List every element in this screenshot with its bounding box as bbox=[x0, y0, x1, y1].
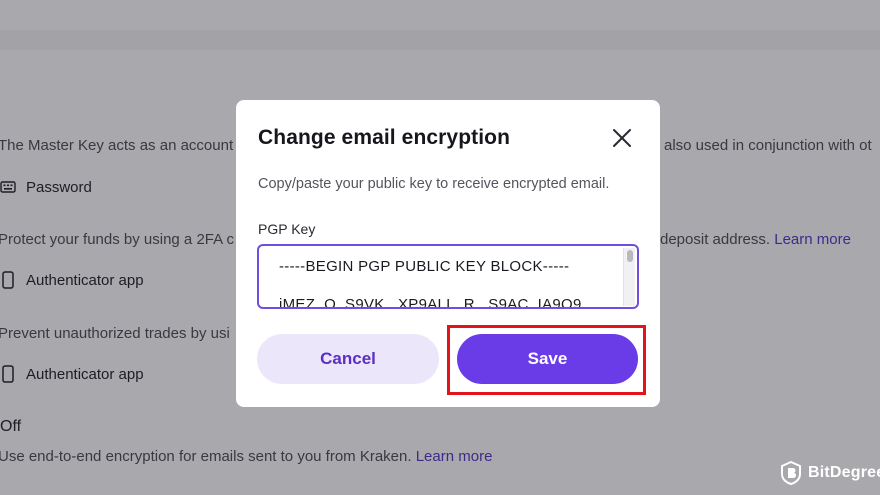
learn-more-link[interactable]: Learn more bbox=[416, 448, 493, 465]
phone-icon bbox=[2, 271, 14, 289]
protect-description-right: deposit address. Learn more bbox=[660, 231, 851, 248]
master-key-description: The Master Key acts as an account bbox=[0, 137, 234, 154]
authenticator-label: Authenticator app bbox=[26, 365, 144, 383]
bitdegree-logo-icon bbox=[781, 461, 801, 485]
encryption-description: Use end-to-end encryption for emails sen… bbox=[0, 448, 493, 465]
scroll-thumb[interactable] bbox=[627, 250, 633, 262]
watermark-text: BitDegree bbox=[808, 464, 880, 481]
password-label: Password bbox=[26, 178, 92, 196]
prevent-description: Prevent unauthorized trades by usi bbox=[0, 325, 230, 342]
textarea-scrollbar[interactable] bbox=[623, 248, 635, 306]
pgp-key-textarea[interactable]: -----BEGIN PGP PUBLIC KEY BLOCK----- iME… bbox=[257, 244, 639, 309]
protect-description: Protect your funds by using a 2FA c bbox=[0, 231, 234, 248]
cancel-button[interactable]: Cancel bbox=[257, 334, 439, 384]
master-key-description-right: also used in conjunction with ot bbox=[664, 137, 872, 154]
pgp-key-label: PGP Key bbox=[258, 221, 316, 237]
dialog-title: Change email encryption bbox=[258, 126, 511, 149]
close-button[interactable] bbox=[610, 126, 634, 150]
authenticator-row-2[interactable]: Authenticator app bbox=[0, 365, 144, 383]
save-highlight-box bbox=[447, 325, 646, 395]
pgp-key-line: -----BEGIN PGP PUBLIC KEY BLOCK----- bbox=[279, 258, 570, 275]
close-icon bbox=[613, 129, 631, 147]
authenticator-label: Authenticator app bbox=[26, 271, 144, 289]
header-band bbox=[0, 30, 880, 50]
phone-icon bbox=[2, 365, 14, 383]
password-row[interactable]: Password bbox=[0, 178, 92, 196]
authenticator-row-1[interactable]: Authenticator app bbox=[0, 271, 144, 289]
bitdegree-watermark: BitDegree bbox=[780, 461, 880, 485]
pgp-key-line: iMEZ..O..S9VK...XP9ALL..R...S9AC..IA9Q9 bbox=[279, 296, 582, 309]
dialog-description: Copy/paste your public key to receive en… bbox=[258, 176, 610, 192]
learn-more-link[interactable]: Learn more bbox=[774, 231, 851, 248]
encryption-status: Off bbox=[0, 418, 22, 435]
keyboard-icon bbox=[0, 181, 16, 193]
